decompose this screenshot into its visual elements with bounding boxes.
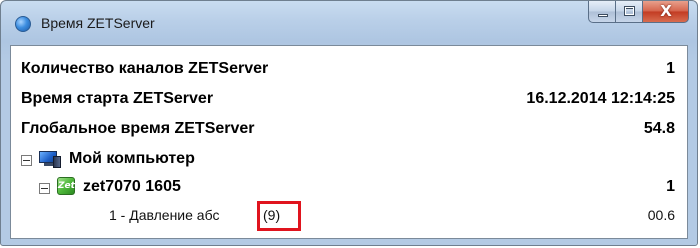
channel-label: 1 - Давление абс [109, 207, 220, 223]
window-controls: X [588, 1, 689, 23]
stat-row-global-time: Глобальное время ZETServer 54.8 [11, 116, 687, 142]
tree-node-computer[interactable]: Мой компьютер [11, 146, 687, 172]
highlight-box [257, 201, 301, 231]
minimize-button[interactable] [588, 1, 616, 23]
device-value: 1 [666, 178, 675, 195]
info-panel: Количество каналов ZETServer 1 Время ста… [10, 45, 688, 239]
collapse-toggle-icon[interactable] [21, 155, 32, 166]
channel-value: 00.6 [647, 207, 675, 223]
maximize-icon [624, 6, 635, 16]
close-icon: X [660, 2, 672, 20]
stat-value: 16.12.2014 12:14:25 [526, 90, 675, 107]
title-bar[interactable]: Время ZETServer X [1, 1, 697, 45]
stat-label: Глобальное время ZETServer [21, 120, 255, 137]
window-title: Время ZETServer [41, 15, 155, 31]
minimize-icon [598, 14, 608, 17]
maximize-button[interactable] [616, 1, 643, 23]
stat-value: 54.8 [643, 120, 675, 137]
collapse-toggle-icon[interactable] [39, 183, 50, 194]
zetserver-time-window: Время ZETServer X Количество каналов ZET… [0, 0, 698, 246]
tree-node-label: Мой компьютер [69, 150, 195, 167]
stat-value: 1 [666, 60, 675, 77]
stat-label: Время старта ZETServer [21, 90, 214, 107]
tree-node-device[interactable]: Zet zet7070 1605 1 [11, 174, 687, 200]
computer-icon [39, 149, 63, 169]
stat-label: Количество каналов ZETServer [21, 60, 269, 77]
tree-node-label: zet7070 1605 [83, 178, 181, 195]
stat-row-channel-count: Количество каналов ZETServer 1 [11, 56, 687, 82]
tree-node-channel[interactable]: 1 - Давление абс (9) 00.6 [11, 202, 687, 228]
stat-row-start-time: Время старта ZETServer 16.12.2014 12:14:… [11, 86, 687, 112]
close-button[interactable]: X [643, 1, 689, 23]
zet-device-icon: Zet [57, 177, 75, 195]
app-icon [15, 16, 31, 32]
